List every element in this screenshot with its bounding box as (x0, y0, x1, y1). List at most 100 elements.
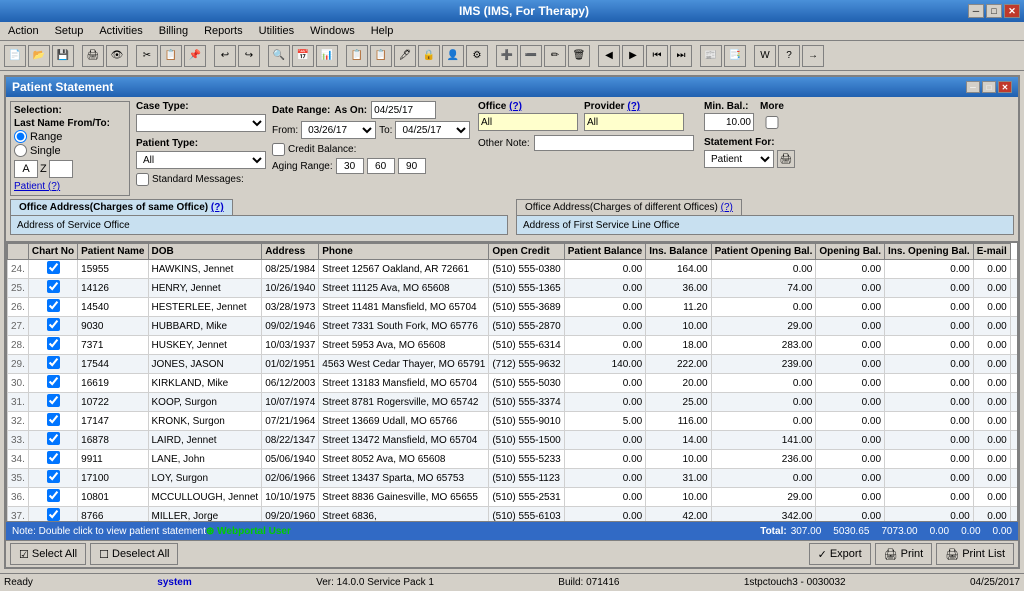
as-on-input[interactable] (371, 101, 436, 119)
table-row[interactable]: 24. 15955 HAWKINS, Jennet 08/25/1984 Str… (8, 260, 1018, 279)
col-ins-open[interactable]: Ins. Opening Bal. (885, 244, 974, 260)
table-row[interactable]: 33. 16878 LAIRD, Jennet 08/22/1347 Stree… (8, 431, 1018, 450)
minimize-button[interactable]: ─ (968, 4, 984, 18)
row-checkbox[interactable] (47, 489, 60, 502)
col-open-bal[interactable]: Opening Bal. (816, 244, 885, 260)
aging-30-input[interactable] (336, 158, 364, 174)
win-maximize[interactable]: □ (982, 81, 996, 93)
tb-new[interactable]: 📄 (4, 45, 26, 67)
menu-action[interactable]: Action (4, 24, 43, 38)
provider-input[interactable] (584, 113, 684, 131)
menu-windows[interactable]: Windows (306, 24, 359, 38)
row-checkbox-cell[interactable] (28, 507, 77, 523)
menu-reports[interactable]: Reports (200, 24, 247, 38)
table-row[interactable]: 34. 9911 LANE, John 05/06/1940 Street 80… (8, 450, 1018, 469)
tb-d1[interactable]: 📰 (700, 45, 722, 67)
tb-a5[interactable]: 👤 (442, 45, 464, 67)
range-radio[interactable] (14, 130, 27, 143)
tb-find[interactable]: 🔍 (268, 45, 290, 67)
menu-activities[interactable]: Activities (95, 24, 146, 38)
col-ins-bal[interactable]: Ins. Balance (646, 244, 711, 260)
to-letter-input[interactable] (49, 160, 73, 178)
row-checkbox-cell[interactable] (28, 412, 77, 431)
tb-e2[interactable]: ? (778, 45, 800, 67)
single-radio[interactable] (14, 144, 27, 157)
from-date-select[interactable]: 03/26/17 (301, 121, 376, 139)
tb-b4[interactable]: 🗑 (568, 45, 590, 67)
tb-preview[interactable]: 👁 (106, 45, 128, 67)
row-checkbox[interactable] (47, 318, 60, 331)
close-button[interactable]: ✕ (1004, 4, 1020, 18)
col-addr[interactable]: Address (262, 244, 319, 260)
row-checkbox[interactable] (47, 451, 60, 464)
row-checkbox-cell[interactable] (28, 279, 77, 298)
row-checkbox[interactable] (47, 413, 60, 426)
patient-table-container[interactable]: Chart No Patient Name DOB Address Phone … (6, 242, 1018, 522)
menu-utilities[interactable]: Utilities (255, 24, 298, 38)
patient-type-select[interactable]: All (136, 151, 266, 169)
print-list-button[interactable]: 🖨 Print List (936, 543, 1014, 565)
patient-link[interactable]: Patient (?) (14, 181, 60, 192)
credit-balance-check[interactable] (272, 143, 285, 156)
row-checkbox-cell[interactable] (28, 374, 77, 393)
tb-e1[interactable]: W (754, 45, 776, 67)
tb-b1[interactable]: ➕ (496, 45, 518, 67)
case-type-select[interactable] (136, 114, 266, 132)
tb-calendar[interactable]: 📅 (292, 45, 314, 67)
tb-undo[interactable]: ↩ (214, 45, 236, 67)
row-checkbox-cell[interactable] (28, 317, 77, 336)
print-button[interactable]: 🖨 Print (875, 543, 933, 565)
addr-tab-same[interactable]: Office Address(Charges of same Office) (… (10, 199, 233, 215)
tb-c3[interactable]: ⏮ (646, 45, 668, 67)
row-checkbox[interactable] (47, 375, 60, 388)
col-open-credit[interactable]: Open Credit (489, 244, 564, 260)
table-row[interactable]: 35. 17100 LOY, Surgon 02/06/1966 Street … (8, 469, 1018, 488)
row-checkbox[interactable] (47, 299, 60, 312)
row-checkbox[interactable] (47, 470, 60, 483)
tb-a4[interactable]: 🔒 (418, 45, 440, 67)
row-checkbox-cell[interactable] (28, 450, 77, 469)
maximize-button[interactable]: □ (986, 4, 1002, 18)
tb-copy[interactable]: 📋 (160, 45, 182, 67)
aging-60-input[interactable] (367, 158, 395, 174)
tb-chart[interactable]: 📊 (316, 45, 338, 67)
col-chart[interactable]: Chart No (28, 244, 77, 260)
tb-c1[interactable]: ◀ (598, 45, 620, 67)
row-checkbox-cell[interactable] (28, 298, 77, 317)
col-pat-bal[interactable]: Patient Balance (564, 244, 645, 260)
win-minimize[interactable]: ─ (966, 81, 980, 93)
row-checkbox[interactable] (47, 432, 60, 445)
row-checkbox[interactable] (47, 508, 60, 521)
tb-paste[interactable]: 📌 (184, 45, 206, 67)
row-checkbox-cell[interactable] (28, 393, 77, 412)
tb-d2[interactable]: 📑 (724, 45, 746, 67)
tb-save[interactable]: 💾 (52, 45, 74, 67)
standard-messages-check[interactable] (136, 173, 149, 186)
table-row[interactable]: 37. 8766 MILLER, Jorge 09/20/1960 Street… (8, 507, 1018, 523)
table-row[interactable]: 29. 17544 JONES, JASON 01/02/1951 4563 W… (8, 355, 1018, 374)
row-checkbox[interactable] (47, 280, 60, 293)
office-input[interactable] (478, 113, 578, 131)
other-note-input[interactable] (534, 135, 694, 151)
table-row[interactable]: 26. 14540 HESTERLEE, Jennet 03/28/1973 S… (8, 298, 1018, 317)
col-phone[interactable]: Phone (319, 244, 489, 260)
win-close[interactable]: ✕ (998, 81, 1012, 93)
tb-e3[interactable]: → (802, 45, 824, 67)
aging-90-input[interactable] (398, 158, 426, 174)
tb-a6[interactable]: ⚙ (466, 45, 488, 67)
tb-cut[interactable]: ✂ (136, 45, 158, 67)
col-pat-open[interactable]: Patient Opening Bal. (711, 244, 816, 260)
menu-setup[interactable]: Setup (51, 24, 88, 38)
row-checkbox[interactable] (47, 337, 60, 350)
col-name[interactable]: Patient Name (78, 244, 148, 260)
menu-billing[interactable]: Billing (155, 24, 192, 38)
min-bal-input[interactable] (704, 113, 754, 131)
table-row[interactable]: 27. 9030 HUBBARD, Mike 09/02/1946 Street… (8, 317, 1018, 336)
statement-for-select[interactable]: Patient (704, 150, 774, 168)
tb-c4[interactable]: ⏭ (670, 45, 692, 67)
tb-b3[interactable]: ✏ (544, 45, 566, 67)
deselect-all-button[interactable]: ☐ Deselect All (90, 543, 178, 565)
table-row[interactable]: 28. 7371 HUSKEY, Jennet 10/03/1937 Stree… (8, 336, 1018, 355)
row-checkbox[interactable] (47, 356, 60, 369)
row-checkbox-cell[interactable] (28, 488, 77, 507)
